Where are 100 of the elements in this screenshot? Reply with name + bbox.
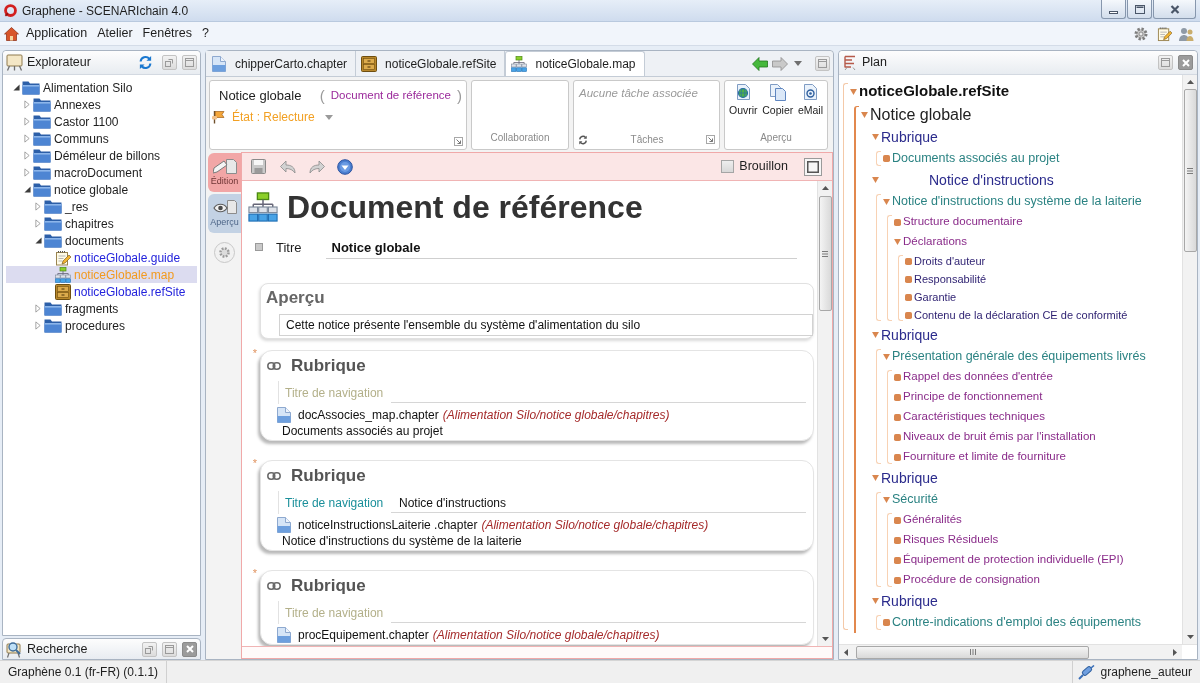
scroll-down-arrow-icon[interactable] [821, 637, 829, 641]
settings-icon[interactable] [1133, 25, 1149, 42]
triangle-icon[interactable] [883, 198, 890, 205]
tree-item[interactable]: Alimentation Silo [6, 79, 197, 96]
scrollbar-thumb[interactable] [856, 645, 1089, 659]
back-arrow-icon[interactable] [752, 56, 768, 71]
tree-item[interactable]: fragments [6, 300, 197, 317]
redo-icon[interactable] [309, 159, 325, 174]
maximize-button[interactable] [1127, 0, 1152, 19]
tree-item[interactable]: procedures [6, 317, 197, 334]
tree-item[interactable]: Castor 1100 [6, 113, 197, 130]
outline-item[interactable]: Rubrique [872, 590, 1182, 612]
save-icon[interactable] [251, 159, 266, 174]
tree-arrow-icon[interactable] [34, 237, 42, 244]
scrollbar-thumb[interactable] [818, 196, 832, 311]
triangle-icon[interactable] [872, 177, 879, 183]
tree-item[interactable]: macroDocument [6, 164, 197, 181]
outline-item[interactable]: Documents associés au projet [883, 148, 1182, 169]
summary-field[interactable]: Cette notice présente l'ensemble du système d'alimentation du silo [279, 314, 813, 336]
refresh-icon[interactable] [578, 134, 588, 145]
tab[interactable]: chipperCarto.chapter [206, 51, 357, 76]
outline-item[interactable]: Contre-indications d'emploi des équipements [883, 612, 1182, 633]
triangle-icon[interactable] [883, 496, 890, 503]
outline-item[interactable]: Rubrique [872, 324, 1182, 346]
vertical-scrollbar[interactable] [817, 181, 832, 646]
outline-item[interactable]: Généralités [894, 510, 1182, 530]
notepad-pencil-icon[interactable] [1157, 25, 1172, 42]
nav-title-field[interactable]: Notice d'instructions [391, 492, 806, 513]
email-button[interactable]: eMail [796, 84, 824, 116]
refresh-icon[interactable] [138, 55, 153, 70]
outline-item[interactable]: Structure documentaire [894, 212, 1182, 232]
menu-item[interactable]: Atelier [93, 23, 137, 44]
horizontal-scrollbar[interactable] [839, 645, 1182, 659]
outline-item[interactable]: Équipement de protection individuelle (EPI) [894, 550, 1182, 570]
vertical-scrollbar[interactable] [1182, 75, 1197, 644]
tree-item[interactable]: Déméleur de billons [6, 147, 197, 164]
open-button[interactable]: Ouvrir [728, 84, 759, 116]
menu-item[interactable]: Fenêtres [138, 23, 196, 44]
outline-item[interactable]: Responsabilité [905, 270, 1182, 288]
outline-item[interactable]: Notice d'instructions [872, 169, 1182, 191]
tree-item[interactable]: noticeGlobale.refSite [6, 283, 197, 300]
caret-icon[interactable] [794, 61, 802, 66]
outline-item[interactable]: Notice d'instructions du système de la laiterie [883, 191, 1182, 212]
side-tab[interactable]: Aperçu [208, 194, 241, 233]
users-icon[interactable] [1178, 25, 1195, 42]
tree-item[interactable]: Communs [6, 130, 197, 147]
checkbox[interactable] [721, 160, 735, 173]
expand-corner-icon[interactable] [454, 137, 463, 146]
settings-button[interactable] [214, 242, 235, 263]
triangle-icon[interactable] [872, 598, 879, 604]
copy-button[interactable]: Copier [761, 84, 795, 116]
outline-item[interactable]: Rubrique [872, 126, 1182, 148]
scroll-up-arrow-icon[interactable] [821, 186, 829, 190]
minimize-button[interactable] [1101, 0, 1126, 19]
expand-corner-icon[interactable] [706, 135, 715, 144]
tree-arrow-icon[interactable] [12, 84, 20, 91]
scroll-right-arrow-icon[interactable] [1173, 648, 1177, 656]
undo-icon[interactable] [280, 159, 296, 174]
close-button[interactable] [182, 641, 197, 657]
outline-item[interactable]: Caractéristiques techniques [894, 407, 1182, 427]
outline-item[interactable]: Fourniture et limite de fourniture [894, 447, 1182, 467]
tree-item[interactable]: _res [6, 198, 197, 215]
home-icon[interactable] [4, 26, 19, 41]
outline-item[interactable]: Rappel des données d'entrée [894, 367, 1182, 387]
tree-item[interactable]: documents [6, 232, 197, 249]
triangle-icon[interactable] [872, 134, 879, 140]
triangle-icon[interactable] [861, 111, 868, 118]
tree-item[interactable]: noticeGlobale.guide [6, 249, 197, 266]
tree-item[interactable]: notice globale [6, 181, 197, 198]
outline-item[interactable]: Droits d'auteur [905, 252, 1182, 270]
side-tab[interactable]: Édition [208, 153, 241, 192]
restore-button[interactable] [162, 55, 177, 70]
triangle-icon[interactable] [850, 88, 857, 95]
forward-arrow-icon[interactable] [772, 56, 788, 71]
menu-item[interactable]: Application [22, 23, 92, 44]
restore-button[interactable] [142, 641, 157, 657]
tree-arrow-icon[interactable] [23, 186, 31, 193]
circle-down-arrow-icon[interactable] [337, 158, 353, 175]
scrollbar-thumb[interactable] [1183, 89, 1197, 252]
outline-item[interactable]: Rubrique [872, 467, 1182, 489]
outline-item[interactable]: Principe de fonctionnement [894, 387, 1182, 407]
outline-item[interactable]: Déclarations [894, 232, 1182, 252]
triangle-icon[interactable] [872, 475, 879, 481]
outline-item[interactable]: Niveaux de bruit émis par l'installation [894, 427, 1182, 447]
triangle-icon[interactable] [883, 353, 890, 360]
outline-item[interactable]: noticeGlobale.refSite [850, 80, 1182, 103]
tree-item[interactable]: chapitres [6, 215, 197, 232]
outline-item[interactable]: Notice globale [861, 103, 1182, 126]
title-field[interactable]: Notice globale [325, 239, 797, 259]
close-button[interactable] [1153, 0, 1196, 19]
menu-item[interactable]: ? [197, 23, 213, 44]
triangle-icon[interactable] [894, 239, 901, 245]
triangle-icon[interactable] [872, 332, 879, 338]
maximize-button[interactable] [804, 157, 822, 176]
scroll-left-arrow-icon[interactable] [844, 648, 848, 656]
outline-item[interactable]: Sécurité [883, 489, 1182, 510]
outline-item[interactable]: Risques Résiduels [894, 530, 1182, 550]
scroll-down-arrow-icon[interactable] [1186, 635, 1194, 639]
outline-item[interactable]: Contenu de la déclaration CE de conformité [905, 306, 1182, 324]
scroll-up-arrow-icon[interactable] [1186, 80, 1194, 84]
